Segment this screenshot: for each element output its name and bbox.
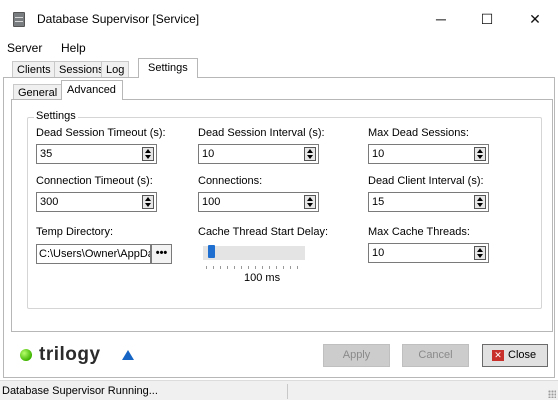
spin-arrows-icon[interactable] — [142, 195, 154, 209]
window-title: Database Supervisor [Service] — [37, 12, 200, 26]
settings-group-label: Settings — [34, 110, 78, 122]
status-text: Database Supervisor Running... — [2, 385, 158, 397]
database-app-icon — [13, 12, 25, 27]
cache-delay-slider-track[interactable] — [203, 246, 305, 260]
close-button-label: Close — [508, 349, 537, 361]
minimize-button[interactable]: ─ — [418, 5, 464, 33]
dead-client-interval-label: Dead Client Interval (s): — [368, 175, 484, 187]
max-dead-sessions-value: 10 — [372, 148, 385, 160]
close-button[interactable]: ✕ Close — [482, 344, 548, 367]
status-bar: Database Supervisor Running... — [0, 380, 558, 400]
tab-clients[interactable]: Clients — [12, 61, 56, 78]
max-dead-sessions-label: Max Dead Sessions: — [368, 127, 469, 139]
apply-button[interactable]: Apply — [323, 344, 390, 367]
max-dead-sessions-spinner[interactable]: 10 — [368, 144, 489, 164]
green-dot-icon — [20, 349, 32, 361]
dead-session-timeout-label: Dead Session Timeout (s): — [36, 127, 166, 139]
tab-advanced[interactable]: Advanced — [61, 80, 123, 100]
tab-log[interactable]: Log — [101, 61, 130, 78]
dead-session-interval-label: Dead Session Interval (s): — [198, 127, 325, 139]
cache-delay-slider-thumb[interactable] — [208, 245, 216, 258]
spin-arrows-icon[interactable] — [474, 147, 486, 161]
menu-help[interactable]: Help — [61, 41, 86, 55]
slider-ticks — [206, 266, 301, 269]
spin-arrows-icon[interactable] — [304, 147, 316, 161]
spin-arrows-icon[interactable] — [474, 246, 486, 260]
close-window-button[interactable]: ✕ — [512, 5, 558, 33]
max-cache-threads-value: 10 — [372, 247, 385, 259]
cancel-button[interactable]: Cancel — [402, 344, 469, 367]
spin-arrows-icon[interactable] — [142, 147, 154, 161]
dead-client-interval-value: 15 — [372, 196, 385, 208]
menu-bar: Server Help — [0, 38, 558, 58]
dead-session-timeout-spinner[interactable]: 35 — [36, 144, 157, 164]
status-separator — [287, 384, 288, 399]
spin-arrows-icon[interactable] — [304, 195, 316, 209]
connection-timeout-value: 300 — [40, 196, 59, 208]
main-tab-strip: Clients Sessions Log Settings — [0, 58, 558, 78]
spin-arrows-icon[interactable] — [474, 195, 486, 209]
dead-session-interval-value: 10 — [202, 148, 215, 160]
menu-server[interactable]: Server — [7, 41, 42, 55]
tab-general[interactable]: General — [13, 84, 63, 100]
dead-session-interval-spinner[interactable]: 10 — [198, 144, 319, 164]
logo-text: trilogy — [39, 344, 101, 365]
connections-label: Connections: — [198, 175, 263, 187]
temp-directory-input[interactable]: C:\Users\Owner\AppDat — [36, 244, 151, 264]
browse-button[interactable]: ••• — [151, 244, 172, 264]
connection-timeout-spinner[interactable]: 300 — [36, 192, 157, 212]
title-bar: Database Supervisor [Service] ─ ☐ ✕ — [0, 0, 558, 38]
maximize-button[interactable]: ☐ — [464, 5, 510, 33]
cache-thread-start-delay-label: Cache Thread Start Delay: — [198, 226, 329, 238]
resize-grip-icon[interactable] — [548, 390, 556, 398]
temp-directory-label: Temp Directory: — [36, 226, 114, 238]
close-icon: ✕ — [492, 350, 504, 361]
dead-session-timeout-value: 35 — [40, 148, 53, 160]
connections-value: 100 — [202, 196, 221, 208]
max-cache-threads-label: Max Cache Threads: — [368, 226, 470, 238]
connection-timeout-label: Connection Timeout (s): — [36, 175, 153, 187]
connections-spinner[interactable]: 100 — [198, 192, 319, 212]
temp-directory-value: C:\Users\Owner\AppDat — [39, 248, 151, 260]
tab-settings[interactable]: Settings — [138, 58, 198, 78]
cache-delay-value: 100 ms — [244, 272, 281, 284]
triangle-icon — [122, 350, 134, 360]
dead-client-interval-spinner[interactable]: 15 — [368, 192, 489, 212]
sub-tab-strip: General Advanced — [13, 80, 553, 100]
max-cache-threads-spinner[interactable]: 10 — [368, 243, 489, 263]
